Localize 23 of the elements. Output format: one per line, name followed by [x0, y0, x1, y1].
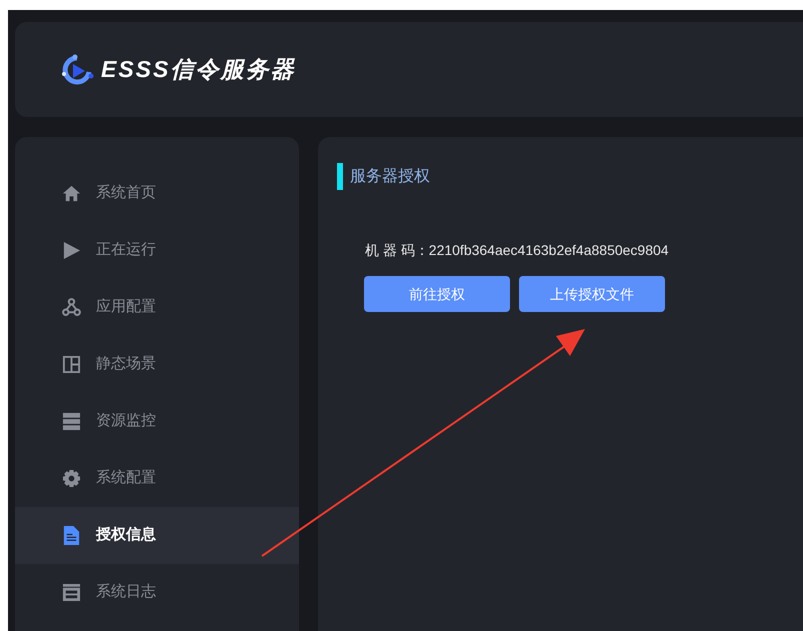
sidebar-item[interactable]: 正在运行	[15, 222, 299, 279]
app-title: ESSS信令服务器	[101, 55, 296, 84]
server-icon	[62, 412, 81, 431]
log-icon	[62, 583, 81, 602]
logo-icon	[61, 54, 95, 86]
play-icon	[62, 241, 81, 260]
nodes-icon	[62, 298, 81, 317]
sidebar-item[interactable]: 系统配置	[15, 450, 299, 507]
sidebar-item[interactable]: 系统首页	[15, 165, 299, 222]
title-accent-bar	[337, 163, 343, 190]
sidebar-item[interactable]: 资源监控	[15, 393, 299, 450]
gear-icon	[62, 469, 81, 488]
sidebar-item[interactable]: 静态场景	[15, 336, 299, 393]
section-title: 服务器授权	[350, 166, 430, 186]
document-icon	[62, 526, 81, 545]
machine-code-text: 机 器 码：2210fb364aec4163b2ef4a8850ec9804	[365, 241, 670, 260]
home-icon	[62, 184, 81, 203]
sidebar-item[interactable]: 授权信息	[15, 507, 299, 564]
sidebar-item[interactable]: 应用配置	[15, 279, 299, 336]
action-button[interactable]: 前往授权	[364, 276, 510, 312]
layout-icon	[62, 355, 81, 374]
action-button[interactable]: 上传授权文件	[519, 276, 665, 312]
sidebar-item[interactable]: 系统日志	[15, 564, 299, 621]
